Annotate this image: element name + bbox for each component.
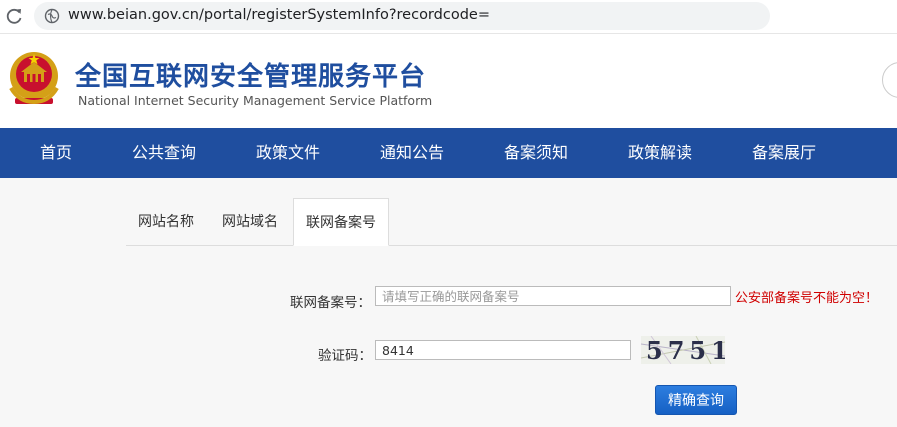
site-header: 全国互联网安全管理服务平台 National Internet Security… bbox=[0, 34, 897, 128]
exact-search-button[interactable]: 精确查询 bbox=[655, 385, 737, 415]
main-nav: 首页 公共查询 政策文件 通知公告 备案须知 政策解读 备案展厅 bbox=[0, 128, 897, 178]
reload-icon[interactable] bbox=[4, 6, 24, 26]
captcha-image[interactable]: 5751 bbox=[641, 336, 725, 364]
captcha-text: 5751 bbox=[646, 336, 725, 364]
nav-item-filing-guide[interactable]: 备案须知 bbox=[504, 128, 568, 178]
record-number-label: 联网备案号： bbox=[290, 295, 371, 311]
site-info-icon[interactable] bbox=[44, 8, 60, 24]
site-subtitle: National Internet Security Management Se… bbox=[78, 93, 433, 108]
url-text: www.beian.gov.cn/portal/registerSystemIn… bbox=[68, 7, 490, 23]
nav-item-public-query[interactable]: 公共查询 bbox=[132, 128, 196, 178]
header-search-box[interactable] bbox=[882, 62, 897, 98]
nav-item-filing-hall[interactable]: 备案展厅 bbox=[752, 128, 816, 178]
tab-site-name[interactable]: 网站名称 bbox=[138, 198, 194, 246]
tab-site-domain[interactable]: 网站域名 bbox=[222, 198, 278, 246]
nav-item-home[interactable]: 首页 bbox=[40, 128, 72, 178]
nav-item-policy-interpretation[interactable]: 政策解读 bbox=[628, 128, 692, 178]
captcha-input[interactable] bbox=[375, 340, 631, 360]
nav-item-notices[interactable]: 通知公告 bbox=[380, 128, 444, 178]
site-title: 全国互联网安全管理服务平台 bbox=[75, 62, 427, 92]
nav-item-policy-documents[interactable]: 政策文件 bbox=[256, 128, 320, 178]
url-field[interactable]: www.beian.gov.cn/portal/registerSystemIn… bbox=[34, 2, 770, 30]
national-emblem-icon bbox=[9, 52, 59, 105]
captcha-label: 验证码： bbox=[318, 348, 372, 364]
tab-record-number[interactable]: 联网备案号 bbox=[293, 198, 389, 246]
record-number-error: 公安部备案号不能为空！ bbox=[735, 291, 879, 306]
browser-address-bar: www.beian.gov.cn/portal/registerSystemIn… bbox=[0, 0, 897, 34]
record-number-input[interactable] bbox=[375, 286, 731, 306]
